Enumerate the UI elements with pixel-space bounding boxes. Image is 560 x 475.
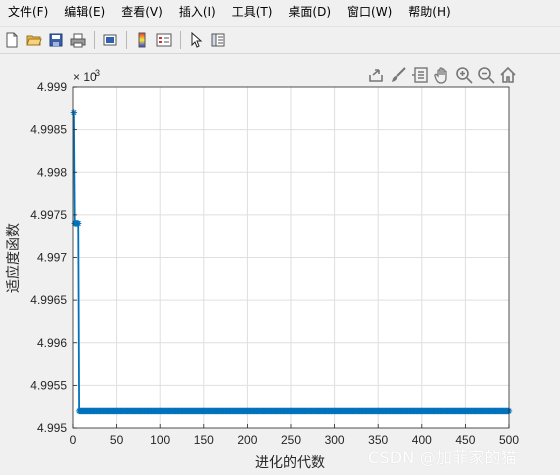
x-tick-label: 100 [150,433,170,447]
y-tick-label: 4.9955 [30,378,67,392]
axes-toolbar [366,64,518,86]
pan-icon[interactable] [432,65,452,85]
datatip-icon[interactable] [410,65,430,85]
x-tick-label: 150 [194,433,214,447]
zoom-out-icon[interactable] [476,65,496,85]
x-tick-label: 250 [281,433,301,447]
y-tick-label: 4.9985 [30,123,67,137]
data-point [70,109,78,116]
y-tick-label: 4.9965 [30,293,67,307]
brush-icon[interactable] [388,65,408,85]
y-tick-label: 4.996 [37,336,67,350]
y-axis-label: 适应度函数 [5,223,21,293]
x-tick-label: 0 [70,433,77,447]
y-tick-label: 4.995 [37,421,67,435]
data-point [75,220,82,227]
y-tick-label: 4.9975 [30,208,67,222]
y-tick-label: 4.997 [37,251,67,265]
home-icon[interactable] [498,65,518,85]
x-tick-label: 200 [237,433,257,447]
watermark-text: CSDN @加菲家的猫 [368,448,517,467]
y-exponent-power: -3 [92,68,100,78]
x-tick-label: 300 [325,433,345,447]
zoom-in-icon[interactable] [454,65,474,85]
y-tick-label: 4.998 [37,165,67,179]
x-tick-label: 50 [110,433,124,447]
x-axis-label: 进化的代数 [255,454,325,470]
export-icon[interactable] [366,65,386,85]
y-tick-label: 4.999 [37,80,67,94]
y-axis-ticks: 4.995 4.9955 4.996 4.9965 4.997 4.9975 4.998 4.… [30,80,77,435]
